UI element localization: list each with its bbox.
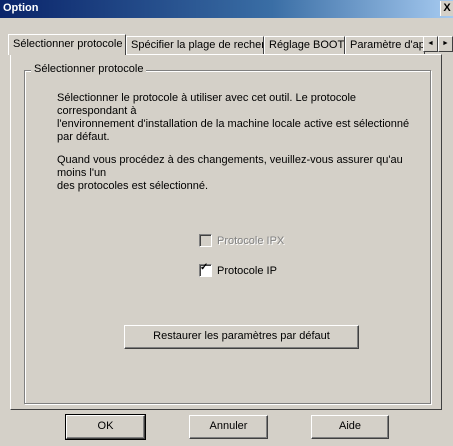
- description-paragraph: Sélectionner le protocole à utiliser ave…: [57, 92, 427, 144]
- tab-scroll-right-icon[interactable]: ►: [438, 36, 453, 52]
- title-bar[interactable]: Option X: [0, 0, 453, 18]
- ipx-protocol-option: Protocole IPX: [199, 234, 284, 247]
- tab-search-range[interactable]: Spécifier la plage de recherche: [126, 36, 264, 54]
- description-line-1: Sélectionner le protocole à utiliser ave…: [57, 92, 357, 117]
- help-label: Aide: [338, 420, 362, 432]
- tab-scroll-left-icon[interactable]: ◄: [423, 36, 438, 52]
- restore-defaults-label: Restaurer les paramètres par défaut: [153, 330, 330, 342]
- warning-line-2: des protocoles est sélectionné.: [57, 180, 209, 192]
- tab-scroll-controls: ◄ ►: [423, 36, 453, 52]
- ipx-protocol-label: Protocole IPX: [217, 234, 285, 247]
- option-dialog: Option X Sélectionner protocole Spécifie…: [0, 0, 453, 446]
- warning-paragraph: Quand vous procédez à des changements, v…: [57, 154, 427, 193]
- tab-select-protocol[interactable]: Sélectionner protocole: [8, 34, 126, 55]
- ip-protocol-checkbox[interactable]: ✓: [199, 262, 212, 277]
- tab-call-parameter[interactable]: Paramètre d'appe: [345, 36, 425, 54]
- groupbox-title: Sélectionner protocole: [31, 63, 147, 75]
- description-line-2: l'environnement d'installation de la mac…: [57, 118, 410, 143]
- ipx-protocol-checkbox: [199, 234, 212, 247]
- restore-defaults-button[interactable]: Restaurer les paramètres par défaut: [124, 325, 359, 349]
- checkmark-icon: ✓: [200, 262, 209, 273]
- cancel-button[interactable]: Annuler: [189, 415, 268, 439]
- cancel-label: Annuler: [209, 420, 248, 432]
- ip-protocol-option[interactable]: ✓ Protocole IP: [199, 262, 277, 277]
- ip-protocol-label[interactable]: Protocole IP: [217, 265, 277, 277]
- ok-label: OK: [97, 420, 114, 432]
- tab-bootp-settings[interactable]: Réglage BOOTP: [264, 36, 345, 54]
- ok-button[interactable]: OK: [65, 414, 146, 440]
- window-title: Option: [3, 2, 39, 14]
- warning-line-1: Quand vous procédez à des changements, v…: [57, 154, 403, 179]
- close-button[interactable]: X: [440, 1, 453, 16]
- help-button[interactable]: Aide: [311, 415, 389, 439]
